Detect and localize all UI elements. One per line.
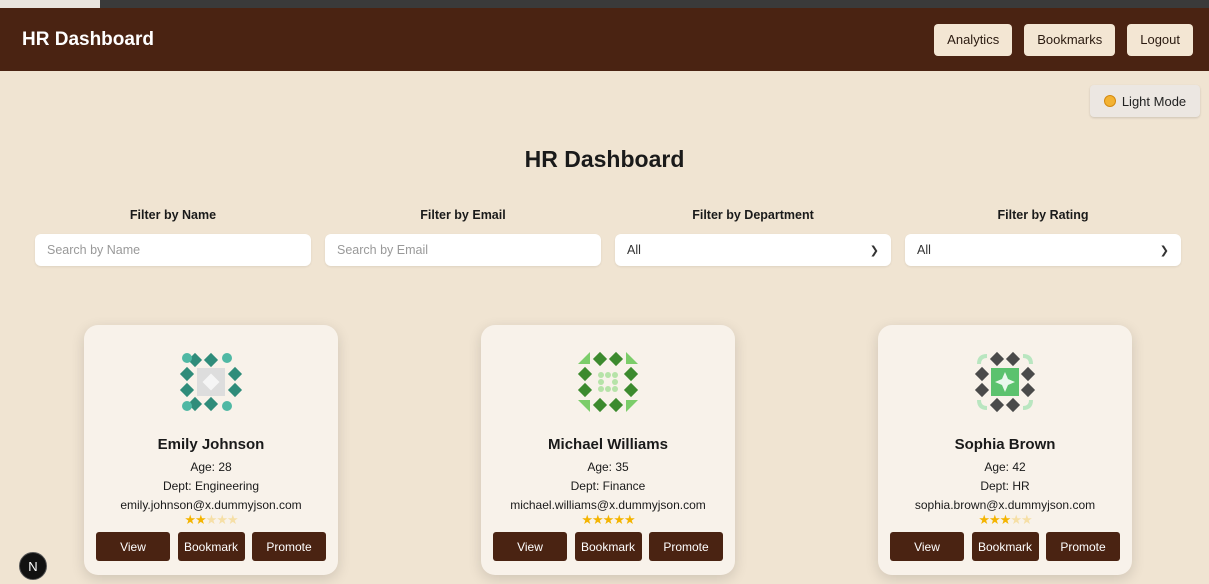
brand-title: HR Dashboard (22, 28, 154, 50)
employee-department: Dept: Finance (570, 479, 646, 493)
employee-age: Age: 42 (984, 460, 1026, 474)
navbar: HR Dashboard Analytics Bookmarks Logout (0, 8, 1209, 71)
card-actions: View Bookmark Promote (493, 532, 723, 561)
filter-department-label: Filter by Department (692, 208, 814, 222)
theme-toggle-button[interactable]: Light Mode (1090, 85, 1200, 117)
employee-age: Age: 35 (587, 460, 629, 474)
employee-email: michael.williams@x.dummyjson.com (510, 498, 706, 512)
star-empty-icon: ★ (1020, 512, 1033, 527)
rating-select-value: All (917, 243, 931, 257)
employee-card: Sophia Brown Age: 42 Dept: HR sophia.bro… (878, 325, 1132, 575)
card-actions: View Bookmark Promote (890, 532, 1120, 561)
star-filled-icon: ★ (999, 512, 1012, 527)
email-search-input[interactable]: Search by Email (325, 234, 601, 266)
promote-button[interactable]: Promote (649, 532, 723, 561)
star-filled-icon: ★ (623, 512, 636, 527)
chevron-down-icon: ❯ (869, 244, 879, 257)
sun-icon (1103, 95, 1116, 107)
star-empty-icon: ★ (226, 512, 239, 527)
card-actions: View Bookmark Promote (96, 532, 326, 561)
page-title: HR Dashboard (524, 146, 685, 172)
employee-card: Michael Williams Age: 35 Dept: Finance m… (481, 325, 735, 575)
dev-tools-badge[interactable]: N (19, 552, 47, 580)
star-empty-icon: ★ (1010, 512, 1022, 527)
dev-tools-badge-letter: N (28, 558, 38, 574)
star-filled-icon: ★ (989, 512, 1001, 527)
star-filled-icon: ★ (195, 512, 207, 527)
analytics-button[interactable]: Analytics (934, 23, 1013, 56)
star-empty-icon: ★ (205, 512, 218, 527)
star-filled-icon: ★ (184, 512, 196, 527)
star-filled-icon: ★ (592, 512, 604, 527)
avatar-icon (974, 351, 1036, 413)
employee-email: sophia.brown@x.dummyjson.com (914, 498, 1096, 512)
bookmark-button[interactable]: Bookmark (177, 532, 245, 561)
filter-rating-label: Filter by Rating (997, 208, 1089, 222)
rating-stars: ★★★★★ (878, 513, 1132, 526)
filter-name: Filter by Name Search by Name (35, 208, 311, 266)
bookmarks-button[interactable]: Bookmarks (1024, 23, 1116, 56)
employee-name: Emily Johnson (157, 436, 265, 453)
star-filled-icon: ★ (602, 512, 615, 527)
chevron-down-icon: ❯ (1159, 244, 1169, 257)
name-search-input[interactable]: Search by Name (35, 234, 311, 266)
email-search-placeholder: Search by Email (337, 243, 429, 257)
filter-department: Filter by Department All ❯ (615, 208, 891, 266)
view-button[interactable]: View (96, 532, 170, 561)
filter-rating: Filter by Rating All ❯ (905, 208, 1181, 266)
view-button[interactable]: View (890, 532, 964, 561)
filter-email-label: Filter by Email (420, 208, 506, 222)
employee-department: Dept: Engineering (162, 479, 260, 493)
department-select[interactable]: All ❯ (615, 234, 891, 266)
avatar-icon (179, 352, 243, 412)
name-search-placeholder: Search by Name (47, 243, 141, 257)
employee-name: Sophia Brown (954, 436, 1056, 453)
employee-department: Dept: HR (980, 479, 1030, 493)
employee-name: Michael Williams (548, 436, 668, 453)
employee-age: Age: 28 (190, 460, 232, 474)
rating-stars: ★★★★★ (84, 513, 338, 526)
employee-card: Emily Johnson Age: 28 Dept: Engineering … (84, 325, 338, 575)
theme-toggle-label: Light Mode (1121, 93, 1187, 109)
employee-email: emily.johnson@x.dummyjson.com (120, 498, 302, 512)
browser-top-strip (0, 0, 1209, 8)
filter-name-label: Filter by Name (129, 208, 217, 222)
star-empty-icon: ★ (216, 512, 228, 527)
promote-button[interactable]: Promote (252, 532, 326, 561)
logout-button[interactable]: Logout (1127, 23, 1193, 56)
department-select-value: All (627, 243, 641, 257)
rating-stars: ★★★★★ (481, 513, 735, 526)
view-button[interactable]: View (493, 532, 567, 561)
promote-button[interactable]: Promote (1046, 532, 1120, 561)
star-filled-icon: ★ (581, 512, 593, 527)
bookmark-button[interactable]: Bookmark (971, 532, 1039, 561)
browser-top-strip-dark (100, 0, 1209, 8)
rating-select[interactable]: All ❯ (905, 234, 1181, 266)
filter-email: Filter by Email Search by Email (325, 208, 601, 266)
bookmark-button[interactable]: Bookmark (574, 532, 642, 561)
star-filled-icon: ★ (613, 512, 625, 527)
star-filled-icon: ★ (978, 512, 990, 527)
avatar-icon (577, 351, 639, 413)
